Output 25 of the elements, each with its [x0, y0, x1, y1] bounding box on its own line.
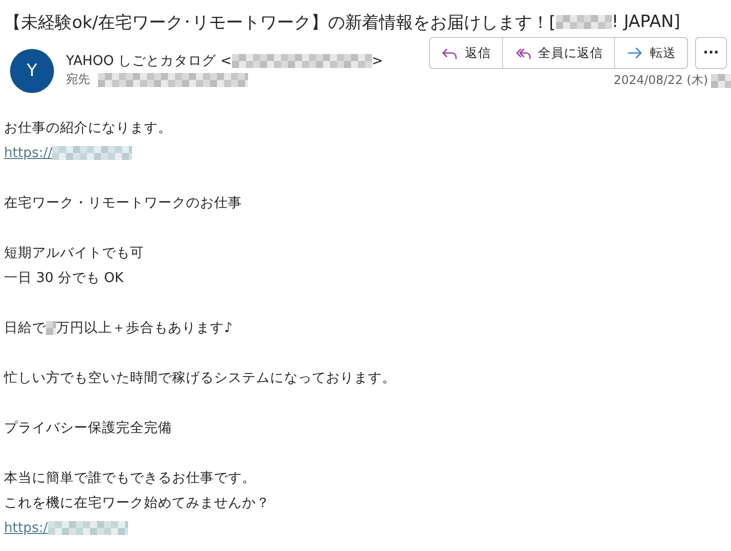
subject-text: 【未経験ok/在宅ワーク･リモートワーク】の新着情報をお届けします！[ [4, 12, 556, 34]
recipient-label: 宛先 [66, 71, 90, 88]
subject-text: ! JAPAN] [612, 12, 680, 32]
link[interactable]: https:// [4, 144, 52, 160]
link[interactable]: https:/ [4, 520, 48, 536]
blurred-text [556, 15, 612, 29]
forward-icon [626, 45, 644, 61]
body-text: これを機に在宅ワーク始めてみませんか？ [4, 494, 270, 512]
body-text: プライバシー保護完全完備 [4, 418, 172, 436]
sender-text: > [372, 52, 384, 68]
body-text: 忙しい方でも空いた時間で稼げるシステムになっております。 [4, 368, 396, 386]
body-text: 万円以上＋歩合もあります♪ [56, 318, 233, 336]
blurred-text [711, 74, 731, 88]
body-text: 本当に簡単で誰でもできるお仕事です。 [4, 468, 256, 486]
blurred-text [46, 320, 56, 334]
body-text: 一日 30 分でも OK [4, 268, 124, 286]
sender-text: YAHOO しごとカタログ < [66, 52, 232, 70]
body-text: 日給で [4, 318, 46, 336]
body-text: 在宅ワーク・リモートワークのお仕事 [4, 194, 242, 212]
action-button[interactable]: 転送 [614, 38, 687, 68]
body-text: 短期アルバイトでも可 [4, 244, 144, 262]
more-button[interactable]: ··· [695, 37, 727, 69]
body-text: お仕事の紹介になります。 [4, 118, 172, 136]
date-text: 2024/08/22 (木) [614, 72, 708, 89]
avatar: Y [10, 49, 54, 93]
